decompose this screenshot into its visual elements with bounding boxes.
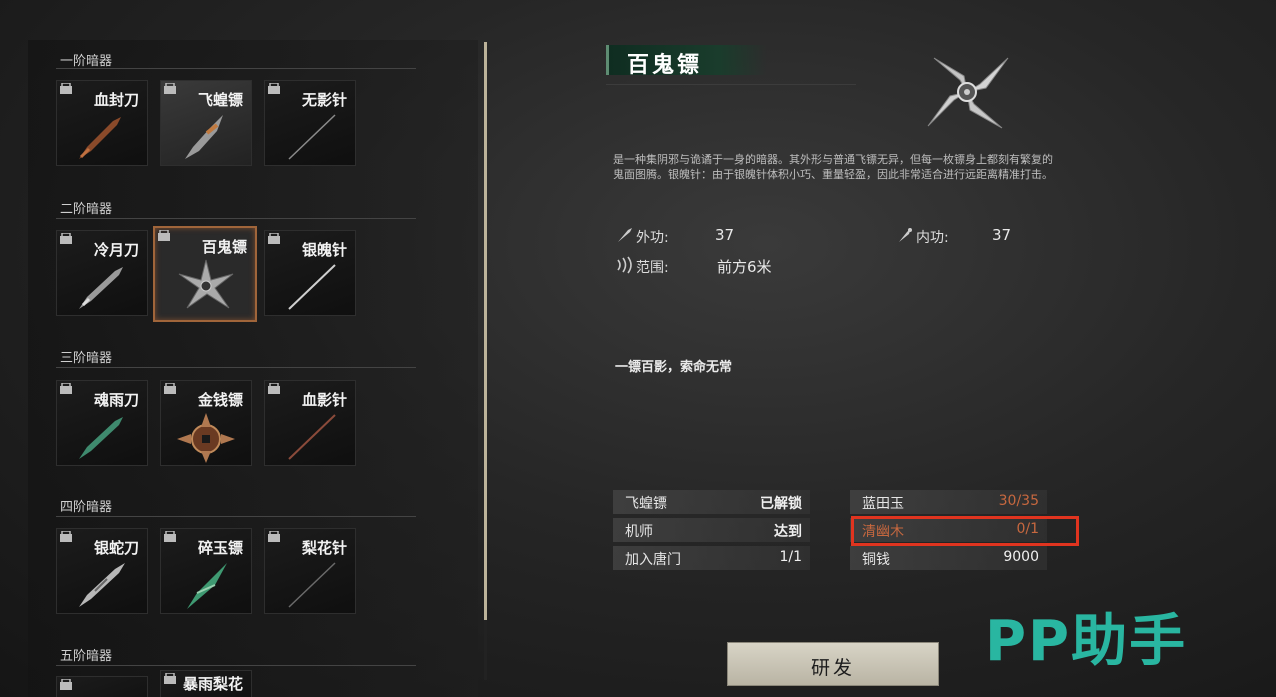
weapon-slot-jinqianbiao[interactable]: 金钱镖 xyxy=(160,380,252,466)
weapon-title: 百鬼镖 xyxy=(627,53,703,78)
weapon-quote: 一镖百影，索命无常 xyxy=(615,360,733,375)
outer-attack-label: 外功: xyxy=(636,230,669,246)
scrollbar[interactable] xyxy=(484,620,487,680)
weapon-slot-xuefengdao[interactable]: 血封刀 xyxy=(56,80,148,166)
requirement-row: 机师 达到 xyxy=(613,518,810,542)
range-wave-icon xyxy=(617,256,632,274)
highlight-box xyxy=(851,516,1079,546)
dagger-icon xyxy=(79,563,125,607)
material-row: 铜钱 9000 xyxy=(850,546,1047,570)
dagger-icon xyxy=(79,117,121,159)
range-value: 前方6米 xyxy=(717,258,772,276)
weapon-slot-wuyingzhen[interactable]: 无影针 xyxy=(264,80,356,166)
tier-title: 五阶暗器 xyxy=(60,649,113,664)
panel-divider xyxy=(484,42,487,620)
material-row: 蓝田玉 30/35 xyxy=(850,490,1047,514)
lock-icon xyxy=(60,383,72,394)
needle-icon xyxy=(288,264,336,310)
lock-icon xyxy=(60,679,72,690)
weapon-description: 是一种集阴邪与诡谲于一身的暗器。其外形与普通飞镖无异，但每一枚镖身上都刻有繁复的… xyxy=(613,153,1053,181)
divider xyxy=(56,68,416,69)
research-button[interactable]: 研发 xyxy=(727,642,939,686)
needle-icon xyxy=(288,562,336,608)
research-button-label: 研发 xyxy=(810,657,855,679)
weapon-name: 暴雨梨花 xyxy=(182,675,243,693)
requirement-value: 已解锁 xyxy=(760,496,802,512)
coin-dart-icon xyxy=(177,413,235,463)
shuriken-icon xyxy=(178,259,234,309)
lock-icon xyxy=(268,83,280,94)
lock-icon xyxy=(164,83,176,94)
dart-icon xyxy=(185,115,223,159)
requirement-label: 加入唐门 xyxy=(625,552,681,568)
brush-icon xyxy=(899,228,912,242)
inner-attack-value: 37 xyxy=(992,226,1012,244)
tier-title: 三阶暗器 xyxy=(60,351,113,366)
divider xyxy=(56,516,416,517)
requirement-row: 加入唐门 1/1 xyxy=(613,546,810,570)
material-value: 9000 xyxy=(1003,549,1039,565)
inner-attack-label: 内功: xyxy=(916,230,949,246)
weapon-slot-yinshedao[interactable]: 银蛇刀 xyxy=(56,528,148,614)
tier-title: 一阶暗器 xyxy=(60,54,113,69)
requirement-label: 机师 xyxy=(625,524,653,540)
weapon-slot-feihuangbiao[interactable]: 飞蝗镖 xyxy=(160,80,252,166)
weapon-slot-tier5-a[interactable] xyxy=(56,676,148,697)
requirement-value: 1/1 xyxy=(779,549,802,565)
weapon-list-panel: 一阶暗器 血封刀 飞蝗镖 无影针 二阶暗器 冷月刀 百鬼镖 银魄针 三阶暗器 魂… xyxy=(28,40,478,697)
tier-title: 二阶暗器 xyxy=(60,202,113,217)
weapon-title-banner: 百鬼镖 xyxy=(606,45,767,78)
weapon-slot-xueyingzhen[interactable]: 血影针 xyxy=(264,380,356,466)
weapon-slot-lengyuedao[interactable]: 冷月刀 xyxy=(56,230,148,316)
lock-icon xyxy=(268,383,280,394)
weapon-slot-lihuazhen[interactable]: 梨花针 xyxy=(264,528,356,614)
tier-title: 四阶暗器 xyxy=(60,500,113,515)
weapon-slot-yinpozhen[interactable]: 银魄针 xyxy=(264,230,356,316)
weapon-name: 百鬼镖 xyxy=(201,238,247,256)
needle-icon xyxy=(288,414,336,460)
lock-icon xyxy=(60,531,72,542)
divider xyxy=(56,367,416,368)
divider xyxy=(606,84,856,85)
weapon-slot-baoyulihua[interactable]: 暴雨梨花 xyxy=(160,670,252,697)
requirement-row: 飞蝗镖 已解锁 xyxy=(613,490,810,514)
lock-icon xyxy=(164,673,176,684)
material-label: 蓝田玉 xyxy=(862,496,904,512)
watermark-logo: PP助手 xyxy=(985,609,1188,674)
weapon-slot-baiguibiao[interactable]: 百鬼镖 xyxy=(153,226,257,322)
material-label: 铜钱 xyxy=(862,552,890,568)
material-value: 30/35 xyxy=(998,493,1039,509)
divider xyxy=(56,218,416,219)
lock-icon xyxy=(164,383,176,394)
requirement-value: 达到 xyxy=(774,524,802,540)
range-label: 范围: xyxy=(636,260,669,276)
dagger-icon xyxy=(79,417,123,459)
lock-icon xyxy=(164,531,176,542)
lock-icon xyxy=(268,531,280,542)
jade-dart-icon xyxy=(187,563,227,609)
lock-icon xyxy=(60,233,72,244)
lock-icon xyxy=(268,233,280,244)
shuriken-preview-icon xyxy=(927,57,1009,129)
dagger-icon xyxy=(79,267,123,309)
weapon-slot-hunyudao[interactable]: 魂雨刀 xyxy=(56,380,148,466)
outer-attack-value: 37 xyxy=(715,226,735,244)
requirement-label: 飞蝗镖 xyxy=(625,496,667,512)
divider xyxy=(56,665,416,666)
sword-icon xyxy=(618,228,632,242)
weapon-slot-suiyubiao[interactable]: 碎玉镖 xyxy=(160,528,252,614)
lock-icon xyxy=(60,83,72,94)
lock-icon xyxy=(158,230,170,241)
needle-icon xyxy=(288,114,336,160)
